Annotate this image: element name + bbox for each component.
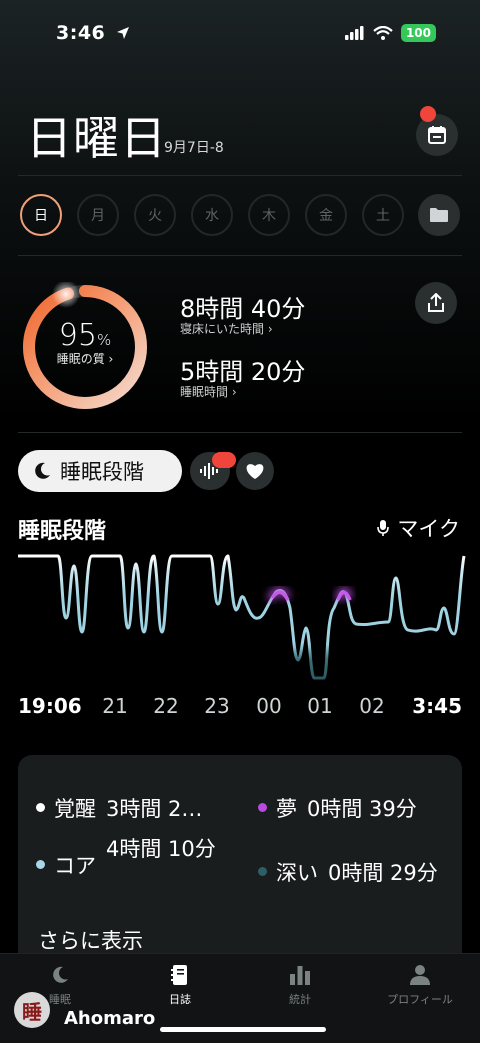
deep-dot: [258, 867, 267, 876]
time-label: 22: [153, 694, 179, 718]
section-title: 睡眠段階: [18, 519, 107, 544]
sleep-quality-link[interactable]: 睡眠の質 ›: [20, 350, 150, 367]
share-icon: [428, 293, 444, 312]
date-range[interactable]: 9月7日-8: [164, 137, 224, 157]
person-icon: [410, 965, 430, 985]
mic-label[interactable]: マイク: [377, 513, 460, 543]
watermark-logo: 睡: [14, 992, 50, 1028]
status-icons: 100: [344, 24, 436, 42]
folder-button[interactable]: [418, 194, 460, 236]
sleep-time-link[interactable]: 睡眠時間 ›: [180, 383, 237, 400]
nav-stats[interactable]: 統計: [240, 962, 360, 1007]
weekday-tue[interactable]: 火: [134, 194, 176, 236]
weekday-sat[interactable]: 土: [362, 194, 404, 236]
home-indicator[interactable]: [160, 1027, 326, 1032]
show-more-link[interactable]: さらに表示: [38, 925, 143, 955]
calendar-icon: [428, 126, 446, 144]
hypnogram-line: [18, 554, 466, 680]
nav-journal[interactable]: 日誌: [120, 962, 240, 1007]
mic-icon: [377, 520, 390, 536]
weekday-sun[interactable]: 日: [20, 194, 62, 236]
hypnogram-chart[interactable]: [16, 548, 466, 688]
legend-awake: 覚醒 3時間 2…: [36, 793, 202, 823]
heart-icon: [246, 464, 264, 479]
share-button[interactable]: [415, 282, 457, 324]
location-icon: [117, 27, 130, 39]
rem-segment-2: [336, 590, 352, 601]
battery-badge: 100: [400, 24, 436, 42]
time-label: 21: [102, 694, 128, 718]
weekday-wed[interactable]: 水: [191, 194, 233, 236]
time-in-bed-value: 8時間 40分: [180, 295, 306, 323]
time-label: 02: [359, 694, 385, 718]
legend-rem: 夢 0時間 39分: [258, 793, 417, 823]
wifi-icon: [373, 26, 393, 40]
sleep-time-value: 5時間 20分: [180, 358, 306, 386]
rem-dot: [258, 803, 267, 812]
legend-deep: 深い 0時間 29分: [258, 857, 438, 887]
sleep-quality-value: 95%: [58, 318, 112, 353]
weekday-thu[interactable]: 木: [248, 194, 290, 236]
weekday-mon[interactable]: 月: [77, 194, 119, 236]
time-axis: 19:06 21 22 23 00 01 02 3:45: [18, 694, 464, 718]
weekday-fri[interactable]: 金: [305, 194, 347, 236]
nav-profile[interactable]: プロフィール: [360, 962, 480, 1007]
watermark-text: Ahomaro: [64, 1008, 156, 1029]
divider: [18, 175, 462, 176]
folder-icon: [430, 208, 448, 222]
moon-icon: [53, 966, 68, 983]
time-label: 00: [256, 694, 282, 718]
notification-dot: [420, 106, 436, 122]
status-time: 3:46: [56, 22, 130, 44]
time-label: 19:06: [18, 694, 82, 718]
sound-badge: [212, 452, 236, 468]
journal-icon: [171, 965, 187, 985]
legend-core: コア 4時間 10分: [36, 837, 218, 880]
core-dot: [36, 860, 45, 869]
signal-icon: [344, 26, 364, 40]
time-label: 01: [307, 694, 333, 718]
divider: [18, 432, 462, 433]
awake-dot: [36, 803, 45, 812]
time-in-bed-link[interactable]: 寝床にいた時間 ›: [180, 320, 273, 337]
time-label: 23: [204, 694, 230, 718]
bar-chart-icon: [290, 966, 310, 985]
time-label: 3:45: [412, 694, 462, 718]
tab-sleep-stages[interactable]: 睡眠段階: [18, 450, 182, 492]
divider: [18, 255, 462, 256]
moon-icon: [35, 462, 50, 479]
page-title: 日曜日: [26, 111, 167, 165]
tab-heart-rate[interactable]: [236, 452, 274, 490]
weekday-selector: 日 月 火 水 木 金 土: [20, 194, 460, 238]
